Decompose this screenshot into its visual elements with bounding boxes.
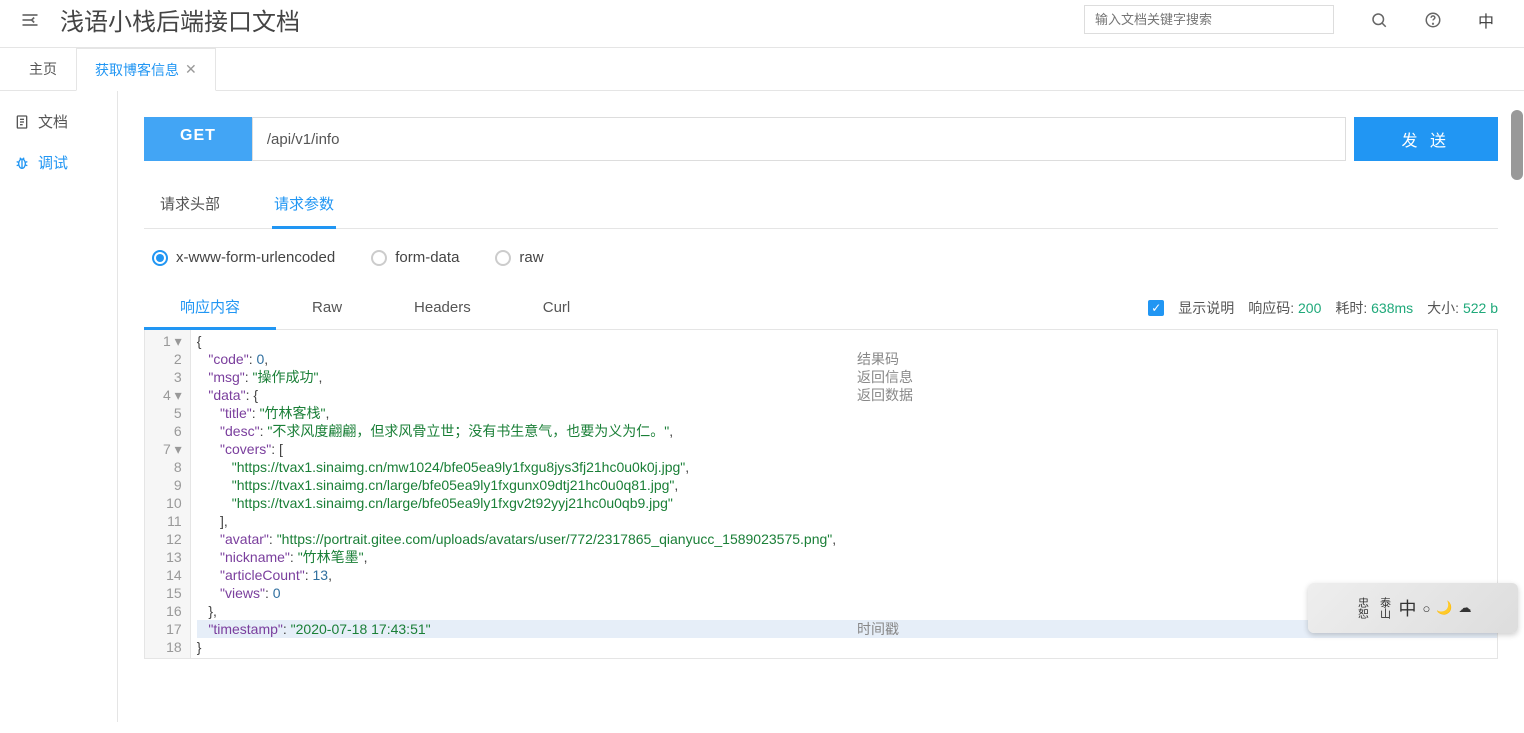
sidebar-item-docs[interactable]: 文档	[0, 101, 117, 142]
request-sub-tabs: 请求头部 请求参数	[144, 183, 1498, 229]
time-value: 638ms	[1371, 300, 1413, 316]
radio-icon	[495, 250, 511, 266]
page-tabs: 主页 获取博客信息 ✕	[0, 48, 1524, 91]
doc-icon	[14, 114, 30, 130]
tab-get-blog-info[interactable]: 获取博客信息 ✕	[76, 48, 216, 91]
widget-cloud-icon: ☁	[1459, 600, 1472, 616]
menu-toggle-icon[interactable]	[20, 10, 40, 30]
tab-label: 主页	[29, 59, 57, 79]
url-input[interactable]	[252, 117, 1346, 161]
tab-response-headers[interactable]: Headers	[378, 289, 507, 326]
floating-widget[interactable]: 忠恕 泰山 中 ○ 🌙 ☁	[1308, 583, 1518, 633]
tab-home[interactable]: 主页	[10, 48, 76, 90]
radio-raw[interactable]: raw	[495, 249, 543, 266]
search-input[interactable]	[1084, 5, 1334, 34]
sidebar-item-label: 文档	[38, 111, 68, 132]
search-icon[interactable]	[1370, 11, 1388, 29]
radio-urlencoded[interactable]: x-www-form-urlencoded	[152, 249, 335, 266]
widget-text-mid: 泰山	[1376, 597, 1392, 619]
send-button[interactable]: 发 送	[1354, 117, 1498, 161]
response-stats: ✓ 显示说明 响应码: 200 耗时: 638ms 大小: 522 b	[1148, 298, 1498, 318]
tab-response-curl[interactable]: Curl	[507, 289, 607, 326]
radio-icon	[371, 250, 387, 266]
http-method-button[interactable]: GET	[144, 117, 252, 161]
radio-icon	[152, 250, 168, 266]
size-value: 522 b	[1463, 300, 1498, 316]
radio-form-data[interactable]: form-data	[371, 249, 459, 266]
request-bar: GET 发 送	[144, 117, 1498, 161]
status-code-value: 200	[1298, 300, 1321, 316]
show-desc-label: 显示说明	[1178, 298, 1234, 318]
widget-moon-icon: 🌙	[1436, 600, 1452, 616]
tab-label: 获取博客信息	[95, 60, 179, 80]
widget-text-center: 中	[1398, 595, 1416, 621]
widget-circle-icon: ○	[1422, 601, 1430, 616]
sidebar-item-debug[interactable]: 调试	[0, 142, 117, 183]
size-label: 大小:	[1427, 300, 1459, 316]
radio-label: raw	[519, 249, 543, 266]
radio-label: form-data	[395, 249, 459, 266]
response-tabs: 响应内容 Raw Headers Curl ✓ 显示说明 响应码: 200 耗时…	[144, 286, 1498, 330]
status-code-label: 响应码:	[1248, 300, 1294, 316]
help-icon[interactable]	[1424, 11, 1442, 29]
bug-icon	[14, 155, 30, 171]
body-encoding-row: x-www-form-urlencoded form-data raw	[144, 229, 1498, 286]
sidebar: 文档 调试	[0, 91, 118, 722]
tab-request-params[interactable]: 请求参数	[272, 183, 336, 229]
tab-response-raw[interactable]: Raw	[276, 289, 378, 326]
tab-request-headers[interactable]: 请求头部	[158, 183, 222, 228]
show-desc-checkbox[interactable]: ✓	[1148, 300, 1164, 316]
response-code-view[interactable]: 1 ▾2 3 4 ▾5 6 7 ▾8 9 10 11 12 13 14 15 1…	[144, 330, 1498, 659]
header: 浅语小栈后端接口文档 中	[0, 0, 1524, 48]
close-icon[interactable]: ✕	[185, 61, 197, 78]
language-button[interactable]: 中	[1478, 8, 1494, 32]
time-label: 耗时:	[1335, 300, 1367, 316]
app-title: 浅语小栈后端接口文档	[60, 2, 1064, 37]
widget-text-left: 忠恕	[1354, 597, 1370, 619]
sidebar-item-label: 调试	[38, 152, 68, 173]
vertical-scrollbar[interactable]	[1511, 110, 1523, 180]
line-gutter: 1 ▾2 3 4 ▾5 6 7 ▾8 9 10 11 12 13 14 15 1…	[145, 330, 191, 658]
radio-label: x-www-form-urlencoded	[176, 249, 335, 266]
tab-response-body[interactable]: 响应内容	[144, 286, 276, 330]
